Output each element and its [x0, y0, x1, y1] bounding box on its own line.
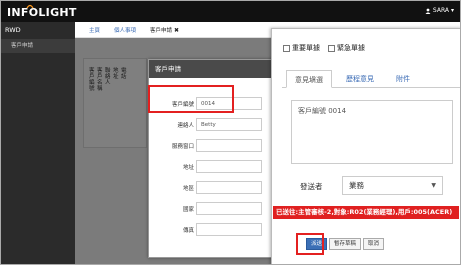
infolight-logo[interactable]: INFOLIGHT [7, 3, 76, 20]
region-row: 地區 [149, 181, 272, 195]
address-row: 地址 [149, 160, 272, 174]
service-window-row: 服務窗口 [149, 139, 272, 153]
important-checkbox[interactable]: 重要單據 [283, 43, 320, 53]
logo-mark-icon [26, 4, 34, 9]
checkbox-box-icon[interactable] [283, 44, 290, 52]
tab-bar: 主頁 個人事項 客戶申請 ✖ [75, 22, 275, 38]
tab-home[interactable]: 主頁 [89, 26, 100, 34]
user-icon [425, 8, 431, 14]
region-label: 地區 [182, 186, 194, 192]
region-field[interactable] [196, 181, 262, 194]
top-navbar: INFOLIGHT SARA ▾ [1, 1, 460, 22]
sidebar-item-customer-application[interactable]: 客戶申請 [1, 39, 75, 53]
checkbox-box-icon[interactable] [328, 44, 335, 52]
tab-label: 客戶申請 [150, 28, 173, 34]
customer-id-highlight [148, 85, 234, 113]
cancel-button[interactable]: 取消 [363, 238, 385, 250]
sender-value: 業務 [349, 181, 364, 190]
user-menu[interactable]: SARA ▾ [425, 7, 454, 14]
dropdown-caret-icon: ▼ [431, 182, 436, 189]
tab-attachments[interactable]: 附件 [388, 70, 418, 88]
urgent-label: 緊急單據 [337, 44, 365, 52]
sender-label: 發送者 [300, 182, 323, 191]
fax-field[interactable] [196, 223, 262, 236]
tab-history-comments[interactable]: 歷程意見 [336, 70, 384, 88]
country-label: 國家 [182, 207, 194, 213]
tab-customer-application[interactable]: 客戶申請 ✖ [150, 26, 179, 34]
urgent-checkbox[interactable]: 緊急單據 [328, 43, 365, 53]
logo-text: INFOLIGHT [7, 6, 77, 19]
contact-field[interactable]: Betty [196, 118, 262, 131]
service-window-label: 服務窗口 [171, 144, 194, 150]
dialog-title: 客戶申請 [149, 60, 272, 78]
panel-tabs: 意見塡選 歷程意見 附件 [282, 70, 460, 88]
save-draft-button[interactable]: 暫存草稿 [329, 238, 362, 250]
caret-down-icon: ▾ [450, 7, 454, 14]
service-window-field[interactable] [196, 139, 262, 152]
approval-panel: 重要單據 緊急單據 意見塡選 歷程意見 附件 客戶編號 0014 發送者 業務 … [271, 28, 460, 264]
sidebar-title: RWD [5, 26, 21, 34]
close-icon[interactable]: ✖ [174, 27, 179, 34]
country-field[interactable] [196, 202, 262, 215]
fax-row: 傳真 [149, 223, 272, 237]
status-message: 已送往:主管審核-2,對象:R02(業務經理),用戶:005(ACER) [273, 206, 459, 219]
comment-textarea[interactable]: 客戶編號 0014 [291, 100, 453, 164]
send-button-highlight [296, 233, 324, 255]
sender-select[interactable]: 業務 ▼ [342, 176, 443, 195]
tab-comment-entry[interactable]: 意見塡選 [286, 70, 332, 88]
sidebar: RWD 客戶申請 [1, 22, 75, 264]
important-label: 重要單據 [292, 44, 320, 52]
address-field[interactable] [196, 160, 262, 173]
country-row: 國家 [149, 202, 272, 216]
address-label: 地址 [182, 165, 194, 171]
user-name: SARA [432, 7, 449, 14]
flag-checkboxes: 重要單據 緊急單據 [283, 43, 365, 53]
fax-label: 傳真 [182, 228, 194, 234]
app-window: INFOLIGHT SARA ▾ RWD 客戶申請 主頁 個人事項 客戶申請 ✖ … [0, 0, 461, 265]
contact-label: 連絡人 [177, 123, 194, 129]
tab-personal-items[interactable]: 個人事項 [114, 26, 136, 34]
contact-row: 連絡人 Betty [149, 118, 272, 132]
